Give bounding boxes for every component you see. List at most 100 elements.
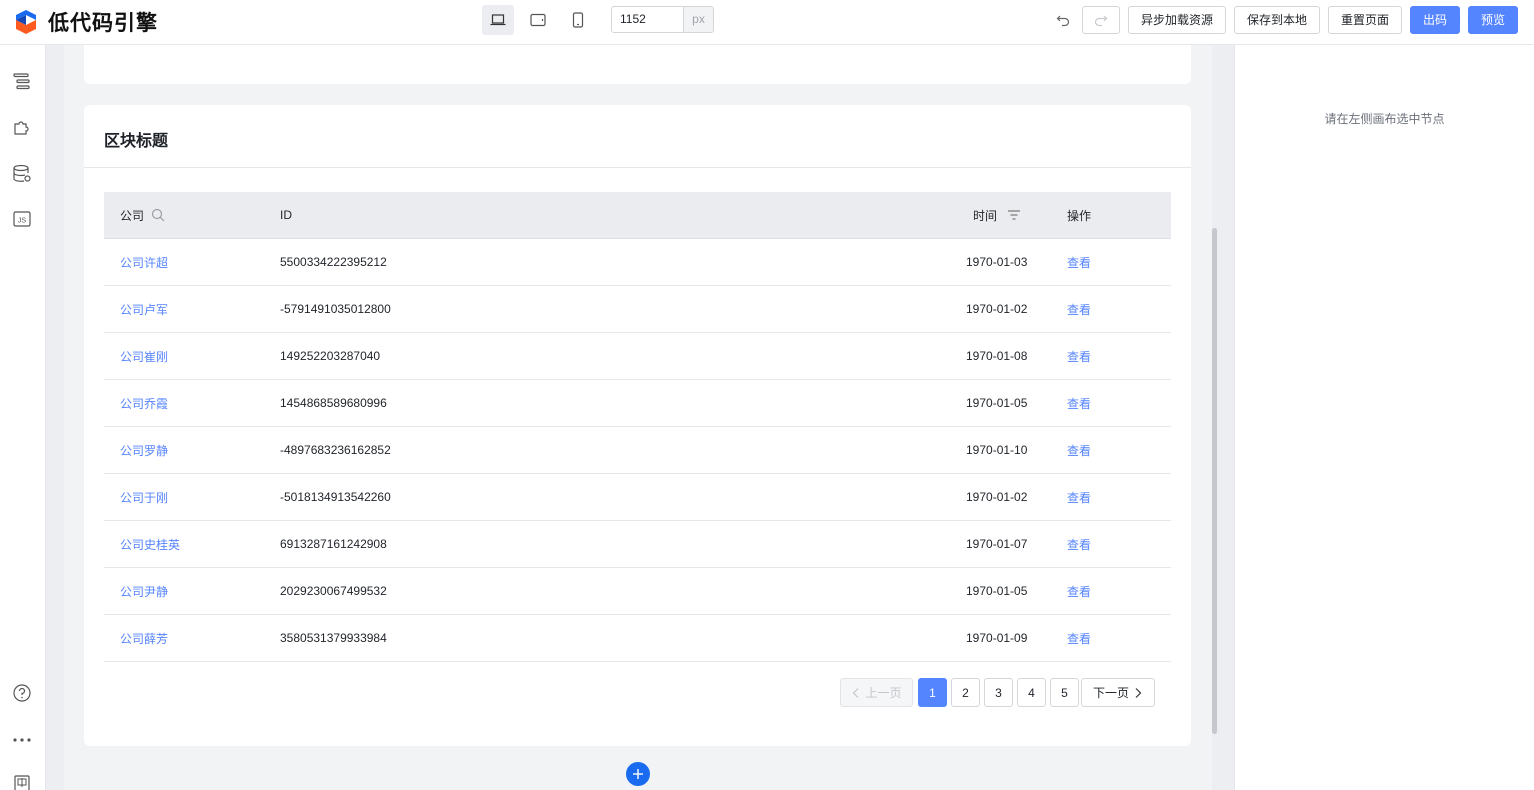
column-header-time: 时间 (973, 192, 1021, 238)
column-header-id: ID (280, 208, 292, 222)
table-body: 公司许超 5500334222395212 1970-01-03 查看 公司卢军 -579… (104, 239, 1171, 662)
left-sidebar: JS (0, 45, 46, 790)
table-row: 公司于刚 -5018134913542260 1970-01-02 查看 (104, 474, 1171, 521)
preview-button[interactable]: 预览 (1468, 6, 1518, 34)
redo-button[interactable] (1082, 6, 1120, 34)
row-time: 1970-01-05 (966, 396, 1028, 410)
outline-tree-icon (13, 73, 30, 90)
card-divider (84, 167, 1191, 168)
pagination-prev-label: 上一页 (865, 686, 902, 700)
js-code-button[interactable]: JS (11, 208, 33, 230)
canvas-width-value[interactable]: 1152 (612, 7, 683, 32)
search-icon (151, 208, 165, 222)
export-code-button[interactable]: 出码 (1410, 6, 1460, 34)
help-button[interactable] (11, 682, 33, 704)
row-company-link[interactable]: 公司于刚 (120, 474, 168, 520)
row-company-link[interactable]: 公司罗静 (120, 427, 168, 473)
datasource-button[interactable] (11, 163, 33, 185)
pagination: 上一页 12345 下一页 (84, 678, 1191, 707)
row-id: 3580531379933984 (280, 631, 387, 645)
logo-mark-icon (16, 10, 36, 34)
components-button[interactable] (11, 116, 33, 138)
row-view-link[interactable]: 查看 (1067, 380, 1091, 426)
column-header-company: 公司 (120, 192, 165, 238)
chevron-right-icon (1135, 687, 1142, 698)
device-desktop-button[interactable] (482, 5, 514, 35)
datasource-database-icon (13, 164, 31, 182)
language-button[interactable] (11, 772, 33, 790)
column-search-button[interactable] (151, 208, 165, 222)
device-phone-button[interactable] (562, 5, 594, 35)
help-icon (13, 684, 31, 702)
table-row: 公司乔霞 1454868589680996 1970-01-05 查看 (104, 380, 1171, 427)
app-logo: 低代码引擎 (14, 7, 158, 37)
laptop-icon (490, 14, 506, 26)
row-company-link[interactable]: 公司卢军 (120, 286, 168, 332)
row-time: 1970-01-08 (966, 349, 1028, 363)
pagination-page-3[interactable]: 3 (984, 678, 1013, 707)
save-local-button[interactable]: 保存到本地 (1234, 6, 1320, 34)
pagination-page-1[interactable]: 1 (918, 678, 947, 707)
add-block-button[interactable] (626, 762, 650, 786)
row-company-link[interactable]: 公司薛芳 (120, 615, 168, 661)
row-view-link[interactable]: 查看 (1067, 427, 1091, 473)
undo-button[interactable] (1050, 6, 1076, 34)
row-view-link[interactable]: 查看 (1067, 333, 1091, 379)
app-logo-text: 低代码引擎 (48, 12, 158, 35)
device-tablet-button[interactable] (522, 5, 554, 35)
row-id: -4897683236162852 (280, 443, 391, 457)
canvas-scrollbar[interactable] (1210, 45, 1220, 790)
pagination-page-5[interactable]: 5 (1050, 678, 1079, 707)
row-company-link[interactable]: 公司乔霞 (120, 380, 168, 426)
row-view-link[interactable]: 查看 (1067, 474, 1091, 520)
pagination-next-label: 下一页 (1092, 686, 1129, 700)
row-id: 5500334222395212 (280, 255, 387, 269)
row-view-link[interactable]: 查看 (1067, 286, 1091, 332)
row-time: 1970-01-10 (966, 443, 1028, 457)
row-company-link[interactable]: 公司史桂英 (120, 521, 180, 567)
pagination-page-2[interactable]: 2 (951, 678, 980, 707)
pagination-prev-button[interactable]: 上一页 (840, 678, 913, 707)
reset-page-button[interactable]: 重置页面 (1328, 6, 1402, 34)
block-card[interactable]: 区块标题 公司 ID 时间 操作 公司许超 5500334222395212 1… (84, 105, 1191, 746)
filter-icon (1008, 210, 1021, 220)
more-button[interactable] (11, 729, 33, 751)
canvas-width-unit: px (683, 7, 713, 32)
row-view-link[interactable]: 查看 (1067, 615, 1091, 661)
row-id: 149252203287040 (280, 349, 381, 363)
js-code-icon: JS (13, 211, 31, 227)
table-header: 公司 ID 时间 操作 (104, 192, 1171, 239)
row-time: 1970-01-07 (966, 537, 1028, 551)
column-header-company-label: 公司 (120, 208, 145, 223)
svg-text:JS: JS (18, 218, 27, 225)
outline-tree-button[interactable] (11, 70, 33, 92)
row-id: 6913287161242908 (280, 537, 387, 551)
canvas-scrollbar-thumb[interactable] (1212, 228, 1217, 734)
table-row: 公司尹静 2029230067499532 1970-01-05 查看 (104, 568, 1171, 615)
row-view-link[interactable]: 查看 (1067, 568, 1091, 614)
row-view-link[interactable]: 查看 (1067, 239, 1091, 285)
column-filter-button[interactable] (1007, 209, 1021, 221)
row-time: 1970-01-02 (966, 302, 1028, 316)
row-view-link[interactable]: 查看 (1067, 521, 1091, 567)
pagination-next-button[interactable]: 下一页 (1081, 678, 1155, 707)
previous-block-card[interactable] (84, 45, 1191, 84)
async-load-button[interactable]: 异步加载资源 (1128, 6, 1226, 34)
row-id: -5791491035012800 (280, 302, 391, 316)
design-canvas[interactable]: 区块标题 公司 ID 时间 操作 公司许超 5500334222395212 1… (64, 45, 1212, 790)
row-company-link[interactable]: 公司尹静 (120, 568, 168, 614)
pagination-page-4[interactable]: 4 (1017, 678, 1046, 707)
table-row: 公司罗静 -4897683236162852 1970-01-10 查看 (104, 427, 1171, 474)
row-company-link[interactable]: 公司崔刚 (120, 333, 168, 379)
row-company-link[interactable]: 公司许超 (120, 239, 168, 285)
more-icon (13, 738, 31, 742)
column-header-action: 操作 (1067, 208, 1092, 223)
canvas-width-input[interactable]: 1152 px (611, 6, 714, 33)
top-toolbar: 低代码引擎 1152 px 异步加载资源 保存到本地 重置页面 出码 预览 (0, 0, 1534, 45)
redo-icon (1094, 15, 1108, 27)
tablet-icon (530, 13, 546, 27)
column-header-time-label: 时间 (973, 208, 998, 223)
row-id: 1454868589680996 (280, 396, 387, 410)
data-table: 公司 ID 时间 操作 公司许超 5500334222395212 1970-01-… (104, 192, 1171, 662)
phone-icon (572, 12, 584, 28)
